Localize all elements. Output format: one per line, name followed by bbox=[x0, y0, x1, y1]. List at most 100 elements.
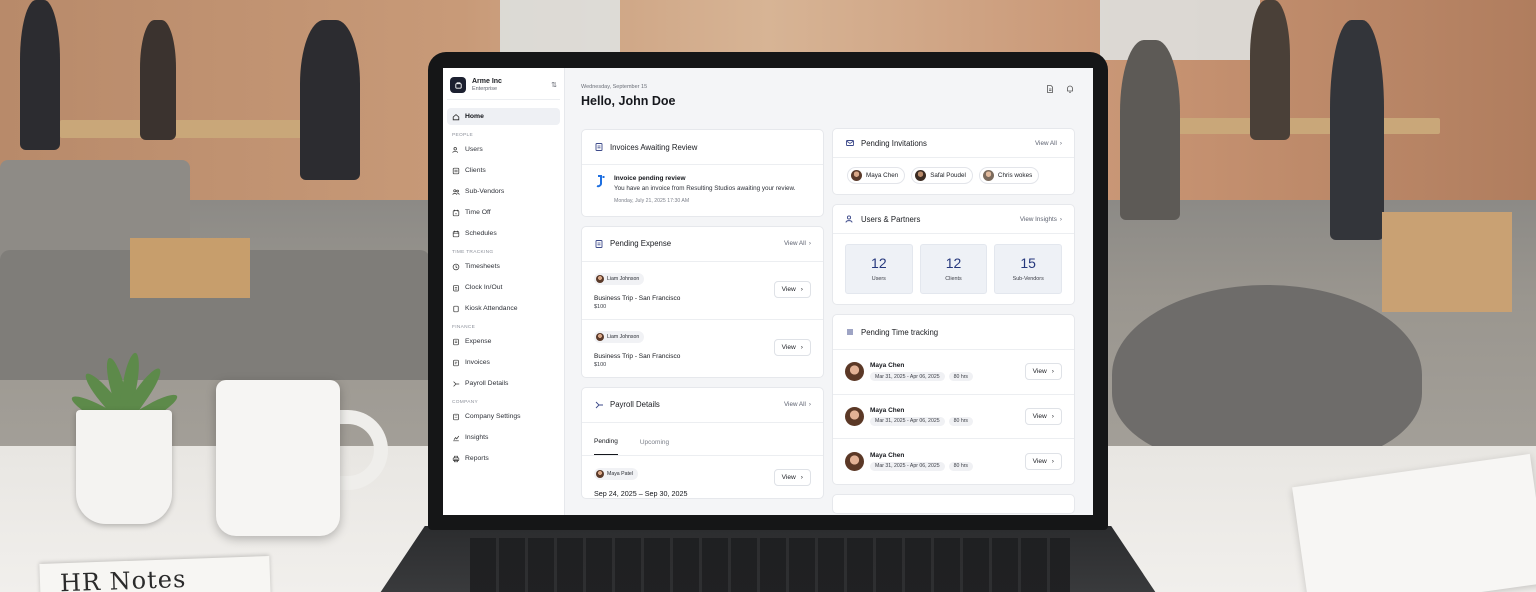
payroll-icon bbox=[453, 380, 460, 387]
coffee-mug bbox=[216, 380, 340, 536]
sidebar-item-schedules[interactable]: Schedules bbox=[447, 225, 560, 242]
card-title: Pending Invitations bbox=[861, 138, 927, 148]
invitation-chip[interactable]: Chris wokes bbox=[978, 167, 1040, 184]
tab-upcoming[interactable]: Upcoming bbox=[640, 439, 669, 455]
bell-icon[interactable] bbox=[1065, 84, 1075, 94]
avatar bbox=[845, 406, 864, 426]
sidebar-item-label: Timesheets bbox=[465, 263, 500, 270]
card-title: Payroll Details bbox=[610, 400, 660, 409]
expense-name: Business Trip - San Francisco bbox=[594, 294, 681, 302]
chart-icon bbox=[453, 435, 460, 441]
tablet-icon bbox=[453, 305, 459, 312]
avatar bbox=[915, 170, 927, 181]
background-person bbox=[1250, 0, 1290, 140]
sidebar-item-time-off[interactable]: Time Off bbox=[447, 204, 560, 221]
sidebar-item-invoices[interactable]: Invoices bbox=[447, 354, 560, 371]
chevron-right-icon: › bbox=[808, 401, 811, 408]
sidebar-item-company-settings[interactable]: Company Settings bbox=[447, 408, 560, 425]
sidebar-item-timesheets[interactable]: Timesheets bbox=[447, 258, 560, 275]
invoice-icon bbox=[594, 142, 604, 152]
top-actions bbox=[1045, 84, 1075, 94]
invitation-chip[interactable]: Maya Chen bbox=[847, 167, 906, 184]
view-button[interactable]: View › bbox=[1024, 452, 1062, 470]
person-chip: Liam Johnson bbox=[594, 272, 645, 285]
view-all-label: View All bbox=[783, 240, 806, 247]
date-range-pill: Mar 31, 2025 - Apr 06, 2025 bbox=[870, 461, 945, 471]
view-button[interactable]: View › bbox=[773, 468, 811, 486]
cardboard-box bbox=[1382, 212, 1512, 312]
view-all-link[interactable]: View All › bbox=[784, 401, 811, 408]
avatar bbox=[851, 170, 862, 181]
person-name: Maya Chen bbox=[870, 362, 905, 370]
hours-pill: 80 hrs bbox=[948, 372, 974, 382]
pending-invitations-card: Pending Invitations View All › Maya Chen … bbox=[832, 128, 1075, 195]
expense-amount: $100 bbox=[594, 361, 607, 368]
view-button-label: View bbox=[1032, 457, 1047, 465]
view-button-label: View bbox=[781, 286, 796, 293]
org-switcher[interactable]: Arme Inc Enterprise ⇅ bbox=[447, 74, 560, 100]
view-all-link[interactable]: View All › bbox=[784, 240, 811, 247]
nav-section-company: COMPANY bbox=[452, 400, 478, 405]
sidebar-item-home[interactable]: Home bbox=[447, 108, 560, 125]
expense-row: Liam Johnson Business Trip - San Francis… bbox=[582, 262, 823, 320]
chevron-right-icon: › bbox=[800, 344, 803, 351]
person-name: Maya Chen bbox=[866, 172, 899, 179]
background-person bbox=[1120, 40, 1180, 220]
sidebar-item-label: Company Settings bbox=[465, 413, 521, 420]
chevron-right-icon: › bbox=[1059, 139, 1062, 147]
stat-clients[interactable]: 12 Clients bbox=[919, 244, 988, 294]
sidebar-item-insights[interactable]: Insights bbox=[447, 429, 560, 446]
view-button[interactable]: View › bbox=[773, 281, 811, 298]
sidebar-item-label: Sub-Vendors bbox=[465, 188, 505, 195]
sidebar-item-label: Kiosk Attendance bbox=[465, 305, 518, 312]
background-desk bbox=[60, 120, 320, 138]
payroll-icon bbox=[594, 400, 604, 410]
sidebar-item-clock-in-out[interactable]: Clock In/Out bbox=[447, 279, 560, 296]
stat-users[interactable]: 12 Users bbox=[845, 244, 913, 294]
invitation-chip[interactable]: Safal Poudel bbox=[911, 167, 973, 184]
stat-label: Clients bbox=[945, 276, 962, 282]
chevron-right-icon: › bbox=[1051, 368, 1054, 376]
chevron-right-icon: › bbox=[800, 286, 803, 293]
person-chip: Liam Johnson bbox=[594, 330, 645, 343]
person-name: Maya Chen bbox=[870, 451, 905, 459]
person-chip: Maya Patel bbox=[594, 467, 638, 480]
stats-row: 12 Users 12 Clients 15 Sub-Vendors bbox=[833, 234, 1074, 304]
time-tracking-row: Maya Chen Mar 31, 2025 - Apr 06, 2025 80 … bbox=[833, 395, 1074, 439]
view-button[interactable]: View › bbox=[1024, 363, 1062, 381]
sidebar-item-clients[interactable]: Clients bbox=[447, 162, 560, 179]
person-name: Safal Poudel bbox=[930, 172, 966, 179]
invoice-item[interactable]: Invoice pending review You have an invoi… bbox=[582, 165, 823, 216]
sidebar-item-label: Users bbox=[465, 146, 483, 153]
view-all-label: View All bbox=[1034, 139, 1057, 147]
view-insights-label: View Insights bbox=[1019, 215, 1057, 223]
chevron-right-icon: › bbox=[808, 240, 811, 247]
view-button-label: View bbox=[1032, 368, 1047, 376]
sidebar-item-expense[interactable]: Expense bbox=[447, 333, 560, 350]
document-icon[interactable] bbox=[1045, 84, 1055, 94]
stat-value: 12 bbox=[945, 255, 962, 271]
view-all-link[interactable]: View All › bbox=[1035, 140, 1062, 147]
sidebar-item-label: Schedules bbox=[465, 230, 497, 237]
card-title: Users & Partners bbox=[861, 214, 921, 224]
view-button[interactable]: View › bbox=[1024, 407, 1062, 425]
sidebar-item-reports[interactable]: Reports bbox=[447, 450, 560, 467]
sidebar-item-kiosk-attendance[interactable]: Kiosk Attendance bbox=[447, 300, 560, 317]
calendar-icon bbox=[452, 230, 460, 237]
tab-pending[interactable]: Pending bbox=[594, 438, 618, 455]
expense-name: Business Trip - San Francisco bbox=[594, 352, 681, 360]
office-window bbox=[1100, 0, 1260, 60]
stat-sub-vendors[interactable]: 15 Sub-Vendors bbox=[994, 244, 1063, 294]
stat-label: Users bbox=[871, 276, 886, 282]
sidebar-item-payroll-details[interactable]: Payroll Details bbox=[447, 375, 560, 392]
building-icon bbox=[453, 413, 459, 420]
sidebar-item-label: Clock In/Out bbox=[465, 284, 503, 291]
users-partners-card: Users & Partners View Insights › 12 Users… bbox=[832, 204, 1075, 305]
background-desk bbox=[1170, 118, 1440, 134]
date-range-pill: Mar 31, 2025 - Apr 06, 2025 bbox=[870, 372, 945, 382]
card-title: Pending Expense bbox=[610, 239, 672, 248]
sidebar-item-users[interactable]: Users bbox=[447, 141, 560, 158]
sidebar-item-sub-vendors[interactable]: Sub-Vendors bbox=[447, 183, 560, 200]
view-button[interactable]: View › bbox=[773, 339, 811, 356]
view-insights-link[interactable]: View Insights › bbox=[1020, 216, 1062, 223]
